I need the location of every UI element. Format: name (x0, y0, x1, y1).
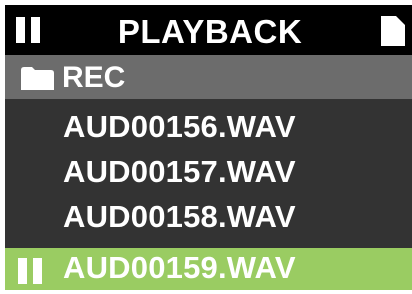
file-item[interactable]: AUD00158.WAV (5, 194, 412, 239)
folder-icon (21, 67, 54, 90)
file-item-selected[interactable]: AUD00159.WAV (5, 248, 412, 290)
header-bar: PLAYBACK (5, 5, 412, 55)
file-item[interactable]: AUD00157.WAV (5, 149, 412, 194)
pause-icon (18, 258, 44, 284)
document-icon[interactable] (381, 16, 405, 46)
page-title: PLAYBACK (117, 13, 303, 50)
file-name: AUD00156.WAV (63, 109, 296, 144)
folder-label: REC (62, 61, 126, 94)
file-name: AUD00159.WAV (63, 250, 296, 285)
folder-row[interactable]: REC (5, 55, 412, 99)
playback-screen: PLAYBACK REC AUD00156.WAV AUD00157.WAV A… (5, 5, 412, 290)
file-name: AUD00157.WAV (63, 154, 296, 189)
file-name: AUD00158.WAV (63, 199, 296, 234)
file-item[interactable]: AUD00156.WAV (5, 104, 412, 149)
